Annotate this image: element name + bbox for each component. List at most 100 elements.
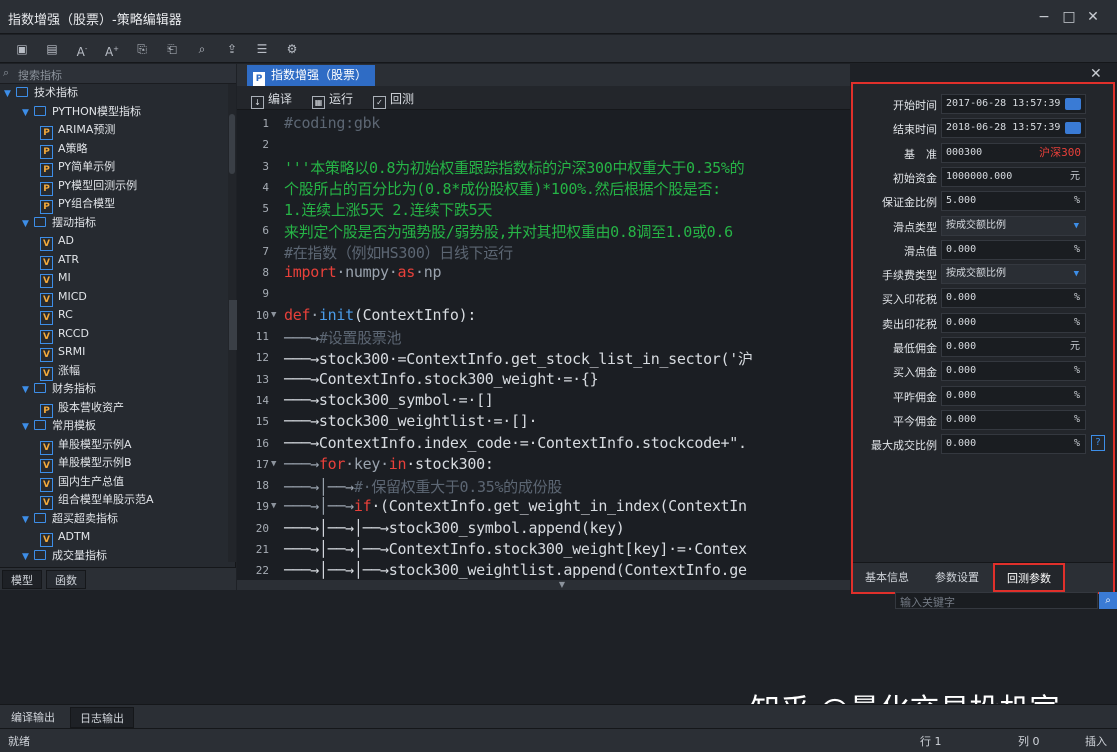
param-input[interactable]: 0.000% bbox=[941, 288, 1086, 309]
expand-arrow-icon[interactable]: ▼ bbox=[4, 85, 16, 103]
param-input[interactable]: 0.000% bbox=[941, 409, 1086, 430]
backtest-button[interactable]: ✓ 回测 bbox=[373, 90, 414, 109]
code-line[interactable]: ───→│──→│──→stock300_symbol.append(key) bbox=[284, 519, 625, 537]
magnifier-icon[interactable]: ⌕ bbox=[1099, 592, 1117, 609]
maximize-button[interactable]: □ bbox=[1058, 6, 1080, 28]
tree-folder[interactable]: ▼ PYTHON模型指标 bbox=[22, 103, 141, 121]
tree-folder[interactable]: ▼ 常用模板 bbox=[22, 417, 96, 435]
code-line[interactable]: ───→stock300_weightlist·=·[]· bbox=[284, 412, 538, 430]
expand-arrow-icon[interactable]: ▼ bbox=[22, 381, 34, 399]
param-input[interactable]: 0.000% bbox=[941, 434, 1086, 455]
tree-scroll-thumb[interactable] bbox=[229, 114, 235, 174]
tree-folder[interactable]: ▼ 成交量指标 bbox=[22, 547, 107, 563]
tree-item[interactable]: P A策略 bbox=[40, 140, 88, 159]
compile-button[interactable]: ↓ 编译 bbox=[251, 90, 292, 109]
tree-item[interactable]: V MI bbox=[40, 269, 71, 288]
report-icon[interactable]: ☰ bbox=[252, 39, 272, 59]
param-select[interactable]: 按成交额比例 ▼ bbox=[941, 215, 1086, 236]
param-input[interactable]: 2018-06-28 13:57:39 bbox=[941, 118, 1086, 139]
tree-folder[interactable]: ▼ 超买超卖指标 bbox=[22, 510, 118, 528]
chevron-down-icon[interactable]: ▼ bbox=[1074, 265, 1079, 283]
param-input[interactable]: 0.000% bbox=[941, 361, 1086, 382]
expand-arrow-icon[interactable]: ▼ bbox=[22, 104, 34, 122]
close-button[interactable]: ✕ bbox=[1082, 6, 1104, 28]
code-line[interactable]: ───→ContextInfo.stock300_weight·=·{} bbox=[284, 370, 599, 388]
param-input[interactable]: 0.000% bbox=[941, 312, 1086, 333]
tab-basic-info[interactable]: 基本信息 bbox=[857, 568, 917, 588]
expand-arrow-icon[interactable]: ▼ bbox=[22, 548, 34, 563]
fold-arrow-icon[interactable]: ▼ bbox=[271, 310, 276, 320]
param-input[interactable]: 1000000.000 元 bbox=[941, 166, 1086, 187]
code-line[interactable]: ───→│──→#·保留权重大于0.35%的成份股 bbox=[284, 476, 562, 497]
tree-folder[interactable]: ▼ 财务指标 bbox=[22, 380, 96, 398]
expand-arrow-icon[interactable]: ▼ bbox=[22, 511, 34, 529]
code-line[interactable]: #在指数（例如HS300）日线下运行 bbox=[284, 242, 513, 263]
tree-item[interactable]: V ADTM bbox=[40, 528, 90, 547]
param-select[interactable]: 按成交额比例 ▼ bbox=[941, 264, 1086, 285]
editor-hscrollbar[interactable]: ▼ bbox=[237, 580, 850, 590]
code-line[interactable]: ───→stock300_symbol·=·[] bbox=[284, 391, 494, 409]
code-line[interactable]: #coding:gbk bbox=[284, 114, 380, 132]
keyword-search-input[interactable]: 输入关键字 ⌕ bbox=[895, 592, 1117, 609]
code-line[interactable]: 1.连续上涨5天 2.连续下跌5天 bbox=[284, 199, 492, 220]
expand-arrow-icon[interactable]: ▼ bbox=[22, 215, 34, 233]
tree-item[interactable]: V 国内生产总值 bbox=[40, 473, 124, 492]
font-increase-icon[interactable]: A+ bbox=[102, 39, 122, 59]
tree-folder[interactable]: ▼ 技术指标 bbox=[4, 84, 78, 102]
tab-log-output[interactable]: 日志输出 bbox=[70, 707, 134, 728]
param-input[interactable]: 2017-06-28 13:57:39 bbox=[941, 94, 1086, 114]
chevron-down-icon[interactable]: ▼ bbox=[1074, 217, 1079, 235]
code-line[interactable]: ───→stock300·=ContextInfo.get_stock_list… bbox=[284, 348, 753, 369]
sidebar-splitter[interactable] bbox=[229, 300, 237, 350]
collapse-grip-icon[interactable]: ▼ bbox=[555, 580, 569, 590]
close-panel-icon[interactable]: ✕ bbox=[1090, 66, 1102, 82]
tab-functions[interactable]: 函数 bbox=[46, 570, 86, 589]
save-icon[interactable]: ▣ bbox=[12, 39, 32, 59]
tree-folder[interactable]: ▼ 摆动指标 bbox=[22, 214, 96, 232]
tree-item[interactable]: V RC bbox=[40, 306, 73, 325]
tree-item[interactable]: V RCCD bbox=[40, 325, 89, 344]
tree-item[interactable]: P PY模型回测示例 bbox=[40, 177, 137, 196]
tree-item[interactable]: V SRMI bbox=[40, 343, 85, 362]
tab-model[interactable]: 模型 bbox=[2, 570, 42, 589]
calendar-icon[interactable] bbox=[1065, 98, 1081, 110]
tree-item[interactable]: P PY简单示例 bbox=[40, 158, 115, 177]
tree-item[interactable]: P ARIMA预测 bbox=[40, 121, 115, 140]
code-line[interactable]: ───→for·key·in·stock300: bbox=[284, 455, 494, 473]
minimize-button[interactable]: − bbox=[1033, 6, 1055, 28]
tree-item[interactable]: P PY组合模型 bbox=[40, 195, 115, 214]
code-line[interactable]: 来判定个股是否为强势股/弱势股,并对其把权重由0.8调至1.0或0.6 bbox=[284, 221, 733, 242]
tree-item[interactable]: V 单股模型示例B bbox=[40, 454, 132, 473]
param-input[interactable]: 0.000% bbox=[941, 239, 1086, 260]
tree-item[interactable]: V MICD bbox=[40, 288, 87, 307]
code-line[interactable]: def·init(ContextInfo): bbox=[284, 306, 476, 324]
search-file-icon[interactable]: ⌕ bbox=[192, 39, 212, 59]
tree-item[interactable]: V AD bbox=[40, 232, 74, 251]
save-all-icon[interactable]: ▤ bbox=[42, 39, 62, 59]
code-line[interactable]: import·numpy·as·np bbox=[284, 263, 441, 281]
help-icon[interactable]: ? bbox=[1091, 435, 1105, 452]
code-line[interactable]: ───→#设置股票池 bbox=[284, 327, 401, 348]
tab-param-settings[interactable]: 参数设置 bbox=[927, 568, 987, 588]
tree-item[interactable]: V 单股模型示例A bbox=[40, 436, 132, 455]
calendar-icon[interactable] bbox=[1065, 122, 1081, 135]
upload-icon[interactable]: ⇪ bbox=[222, 39, 242, 59]
code-line[interactable]: 个股所占的百分比为(0.8*成份股权重)*100%.然后根据个股是否: bbox=[284, 178, 721, 199]
indicator-search[interactable]: ⌕ 搜索指标 bbox=[0, 64, 236, 84]
export-icon[interactable]: ⎗ bbox=[162, 39, 182, 59]
param-input[interactable]: 0.000 元 bbox=[941, 337, 1086, 357]
param-input[interactable]: 5.000% bbox=[941, 191, 1086, 212]
expand-arrow-icon[interactable]: ▼ bbox=[22, 418, 34, 436]
tab-compile-output[interactable]: 编译输出 bbox=[2, 707, 64, 728]
import-icon[interactable]: ⎘ bbox=[132, 39, 152, 59]
code-line[interactable]: ───→│──→if·(ContextInfo.get_weight_in_in… bbox=[284, 497, 747, 515]
run-button[interactable]: ▦ 运行 bbox=[312, 90, 353, 109]
tree-item[interactable]: V ATR bbox=[40, 251, 79, 270]
code-line[interactable]: ───→│──→│──→ContextInfo.stock300_weight[… bbox=[284, 540, 747, 558]
fold-arrow-icon[interactable]: ▼ bbox=[271, 501, 276, 511]
settings-file-icon[interactable]: ⚙ bbox=[282, 39, 302, 59]
tab-backtest-params[interactable]: 回测参数 bbox=[993, 563, 1065, 592]
code-line[interactable]: ───→│──→│──→stock300_weightlist.append(C… bbox=[284, 561, 747, 579]
tree-item[interactable]: P 股本营收资产 bbox=[40, 399, 124, 418]
editor-tab[interactable]: P 指数增强（股票） bbox=[247, 65, 375, 86]
